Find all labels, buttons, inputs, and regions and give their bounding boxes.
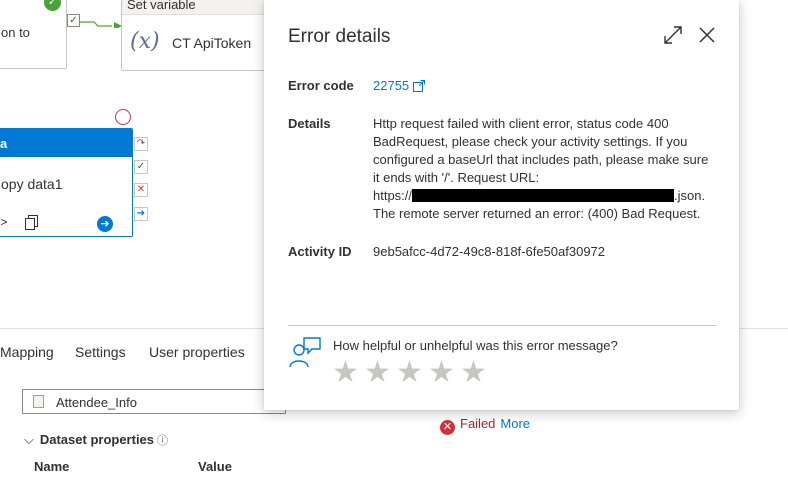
failed-status-icon (115, 109, 131, 125)
activity-node-partial[interactable]: on to (0, 0, 67, 69)
error-details-text: Http request failed with client error, s… (373, 115, 723, 223)
set-variable-node[interactable]: Set variable (𝑥) CT ApiToken (121, 0, 281, 71)
details-line: it ends with '/'. Request URL: (373, 170, 540, 185)
url-suffix: .json. (674, 188, 706, 203)
url-prefix: https:// (373, 188, 413, 203)
fx-icon: (𝑥) (130, 29, 160, 54)
set-variable-name: CT ApiToken (172, 35, 252, 51)
activity-node-label: on to (1, 25, 30, 40)
star-icon[interactable]: ★ (428, 358, 460, 388)
column-header-value: Value (198, 459, 232, 474)
dataset-value: Attendee_Info (56, 395, 137, 410)
star-icon[interactable]: ★ (332, 358, 364, 388)
copy-data-name: opy data1 (1, 176, 63, 192)
panel-title: Error details (288, 26, 391, 47)
details-url-line: https:// .json. (373, 187, 723, 205)
failure-connector-icon[interactable]: ✕ (134, 183, 148, 197)
external-link-icon (413, 80, 426, 95)
dataset-select[interactable]: Attendee_Info (22, 389, 286, 414)
divider (288, 325, 716, 326)
completion-connector-icon[interactable]: ➔ (134, 207, 148, 221)
details-label: Details (288, 116, 331, 131)
star-icon[interactable]: ★ (396, 358, 428, 388)
copy-data-node[interactable]: a opy data1 /> ➔ (0, 128, 133, 237)
tab-mapping[interactable]: Mapping (0, 344, 54, 360)
error-details-panel: Error details Error code 22755 Details H… (264, 0, 739, 410)
set-variable-header: Set variable (122, 0, 280, 15)
code-icon[interactable]: /> (0, 215, 7, 229)
redacted-url (412, 189, 675, 202)
success-connector-icon[interactable]: ✓ (67, 14, 80, 27)
feedback-question: How helpful or unhelpful was this error … (333, 338, 618, 353)
chevron-down-icon: ⌵ (24, 432, 34, 447)
success-connector-icon[interactable]: ✓ (134, 160, 148, 174)
details-line: The remote server returned an error: (40… (373, 206, 701, 221)
run-status: ✕ Failed More (440, 416, 530, 435)
expand-button[interactable] (662, 24, 684, 46)
details-line: configured a baseUrl that includes path,… (373, 152, 709, 167)
star-icon[interactable]: ★ (364, 358, 396, 388)
activity-id-label: Activity ID (288, 244, 352, 259)
error-icon: ✕ (440, 420, 455, 435)
status-text: Failed (460, 416, 496, 431)
more-link[interactable]: More (500, 416, 530, 431)
connector-arrow (80, 20, 122, 28)
divider (738, 328, 788, 329)
error-code-value: 22755 (373, 78, 410, 93)
details-line: BadRequest, please check your activity s… (373, 134, 688, 149)
activity-id-value: 9eb5afcc-4d72-49c8-818f-6fe50af30972 (373, 244, 606, 259)
close-icon (699, 27, 715, 43)
tab-settings[interactable]: Settings (75, 344, 126, 360)
dataset-properties-toggle[interactable]: ⌵ Dataset properties ⓘ (24, 432, 168, 448)
skip-connector-icon[interactable]: ↷ (134, 137, 148, 151)
tab-user-properties[interactable]: User properties (149, 344, 245, 360)
error-code-label: Error code (288, 78, 354, 93)
dataset-properties-label: Dataset properties (39, 432, 155, 447)
column-header-name: Name (34, 459, 70, 474)
copy-data-header: a (0, 129, 132, 157)
navigate-arrow-icon[interactable]: ➔ (97, 216, 113, 232)
divider (0, 328, 264, 329)
star-rating[interactable]: ★ ★ ★ ★ ★ (332, 358, 492, 388)
close-button[interactable] (696, 24, 718, 46)
feedback-icon (288, 336, 322, 375)
expand-icon (664, 26, 682, 44)
dataset-icon (33, 395, 44, 408)
clone-icon[interactable] (25, 215, 39, 235)
error-code-link[interactable]: 22755 (373, 78, 426, 95)
details-line: Http request failed with client error, s… (373, 116, 669, 131)
star-icon[interactable]: ★ (460, 358, 492, 388)
info-icon[interactable]: ⓘ (157, 435, 168, 447)
